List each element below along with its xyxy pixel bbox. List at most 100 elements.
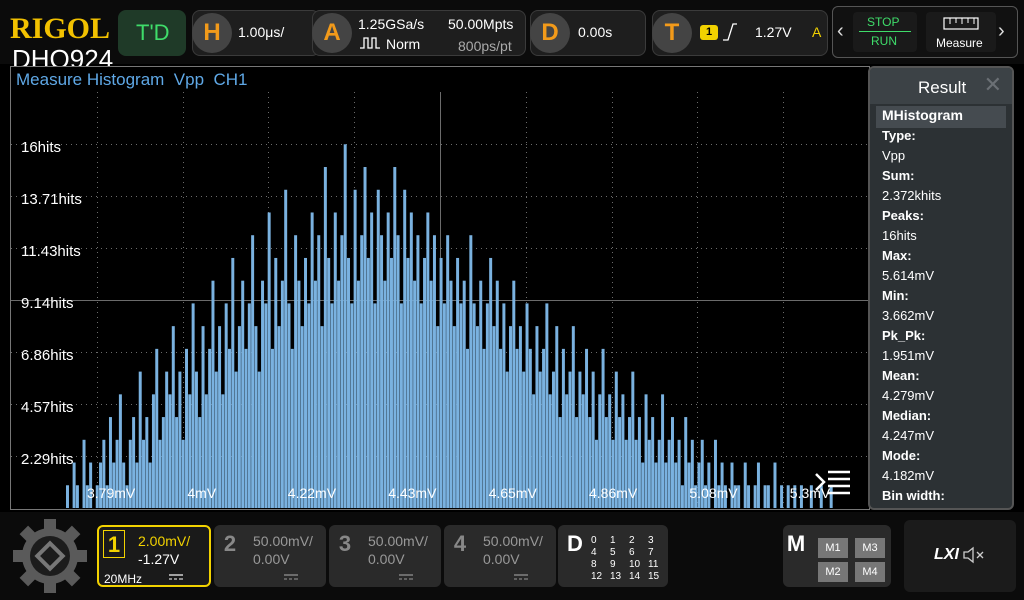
histogram-bar <box>667 439 671 508</box>
math-m4-button[interactable]: M4 <box>855 562 885 582</box>
histogram-bar <box>538 371 542 508</box>
result-value: 4.182mV <box>882 468 935 483</box>
histogram-bar <box>475 326 479 508</box>
channel-4-offset: 0.00V <box>483 551 520 567</box>
stop-run-button[interactable]: STOP RUN <box>853 12 917 52</box>
histogram-bar <box>459 303 463 508</box>
math-m3-button[interactable]: M3 <box>855 538 885 558</box>
chevron-left-icon[interactable]: ‹ <box>837 20 844 43</box>
histogram-bar <box>436 326 440 508</box>
channel-2-offset: 0.00V <box>253 551 290 567</box>
menu-list-icon[interactable] <box>814 468 852 496</box>
channel-4-scale: 50.00mV/ <box>483 533 543 549</box>
histogram-bar <box>168 394 172 508</box>
histogram-bar <box>512 280 516 508</box>
channel-1-scale: 2.00mV/ <box>138 533 191 549</box>
histogram-bar <box>637 417 641 508</box>
histogram-bar <box>419 303 423 508</box>
histogram-bar <box>333 212 337 508</box>
histogram-bar <box>409 212 413 508</box>
digital-key: D <box>567 531 583 556</box>
histogram-bar <box>310 212 314 508</box>
digital-channel-9: 9 <box>610 559 616 570</box>
histogram-channel: CH1 <box>213 70 248 89</box>
rising-edge-icon <box>723 23 737 41</box>
histogram-bar <box>680 485 684 508</box>
math-m1-button[interactable]: M1 <box>818 538 848 558</box>
histogram-bar <box>747 485 751 508</box>
histogram-bar <box>469 235 473 508</box>
histogram-bar <box>75 485 79 508</box>
histogram-bar <box>297 280 301 508</box>
histogram-bar <box>165 371 169 508</box>
histogram-bar <box>518 326 522 508</box>
histogram-bar <box>571 326 575 508</box>
histogram-bar <box>561 348 565 508</box>
result-value: Vpp <box>882 148 906 163</box>
channel-2-scale: 50.00mV/ <box>253 533 313 549</box>
histogram-bar <box>135 462 139 508</box>
x-tick-label: 5.08mV <box>689 485 738 501</box>
histogram-bar <box>432 235 436 508</box>
histogram-bar <box>525 303 529 508</box>
histogram-bar <box>317 235 321 508</box>
x-tick-label: 4.22mV <box>288 485 337 501</box>
histogram-bar <box>280 280 284 508</box>
histogram-bar <box>343 144 347 508</box>
lxi-logo: LXI <box>934 546 959 563</box>
histogram-bar <box>661 394 665 508</box>
histogram-bar <box>267 212 271 508</box>
measure-button[interactable]: Measure <box>926 12 996 52</box>
histogram-bar <box>399 303 403 508</box>
result-label: Mode: <box>882 448 921 463</box>
histogram-bar <box>327 257 331 508</box>
histogram-bar <box>224 303 228 508</box>
x-tick-label: 4.65mV <box>489 485 538 501</box>
channel-1-offset: -1.27V <box>138 551 180 567</box>
histogram-bar <box>148 462 152 508</box>
histogram-bar <box>542 348 546 508</box>
histogram-bar <box>320 326 324 508</box>
histogram-bar <box>558 417 562 508</box>
histogram-bar <box>671 417 674 508</box>
result-label: Median: <box>882 408 932 423</box>
math-m2-button[interactable]: M2 <box>818 562 848 582</box>
histogram-bar <box>575 417 579 508</box>
result-label: Mean: <box>882 368 920 383</box>
channel-4-number: 4 <box>453 531 467 556</box>
dc-coupling-icon <box>399 574 413 580</box>
histogram-bar <box>353 189 357 508</box>
digital-channel-4: 4 <box>591 547 597 558</box>
chevron-right-icon[interactable]: › <box>998 20 1005 43</box>
histogram-bar <box>270 348 274 508</box>
result-value: 2.372khits <box>882 188 942 203</box>
histogram-bar <box>221 394 225 508</box>
close-icon[interactable]: ✕ <box>984 72 1002 98</box>
histogram-bar <box>181 439 185 508</box>
histogram-bar <box>284 189 288 508</box>
histogram-bar <box>151 394 155 508</box>
histogram-bar <box>145 417 149 508</box>
histogram-bar <box>287 303 291 508</box>
result-subheader: MHistogram <box>876 106 1006 128</box>
channel-1-bandwidth: 20MHz <box>104 572 143 586</box>
histogram-bar <box>780 485 784 508</box>
histogram-bar <box>251 235 255 508</box>
histogram-bar <box>456 257 460 508</box>
result-panel: Result ✕ MHistogram Type: Vpp Sum: 2.372khi… <box>868 66 1014 510</box>
home-gear-icon[interactable] <box>12 518 88 594</box>
digital-channel-5: 5 <box>610 547 616 558</box>
speaker-muted-icon[interactable] <box>962 545 988 565</box>
histogram-bar <box>449 280 453 508</box>
histogram-bar <box>313 280 317 508</box>
histogram-bar <box>158 439 162 508</box>
result-value: 3.662mV <box>882 308 935 323</box>
channel-2-number: 2 <box>223 531 237 556</box>
y-tick-label: 9.14hits <box>21 295 74 312</box>
histogram-bar <box>647 439 651 508</box>
result-title: Result <box>918 78 967 97</box>
lxi-box[interactable] <box>904 520 1016 592</box>
trigger-status-button[interactable]: T'D <box>118 10 186 56</box>
histogram-bar <box>684 417 688 508</box>
rigol-logo: RIGOL <box>10 12 111 45</box>
